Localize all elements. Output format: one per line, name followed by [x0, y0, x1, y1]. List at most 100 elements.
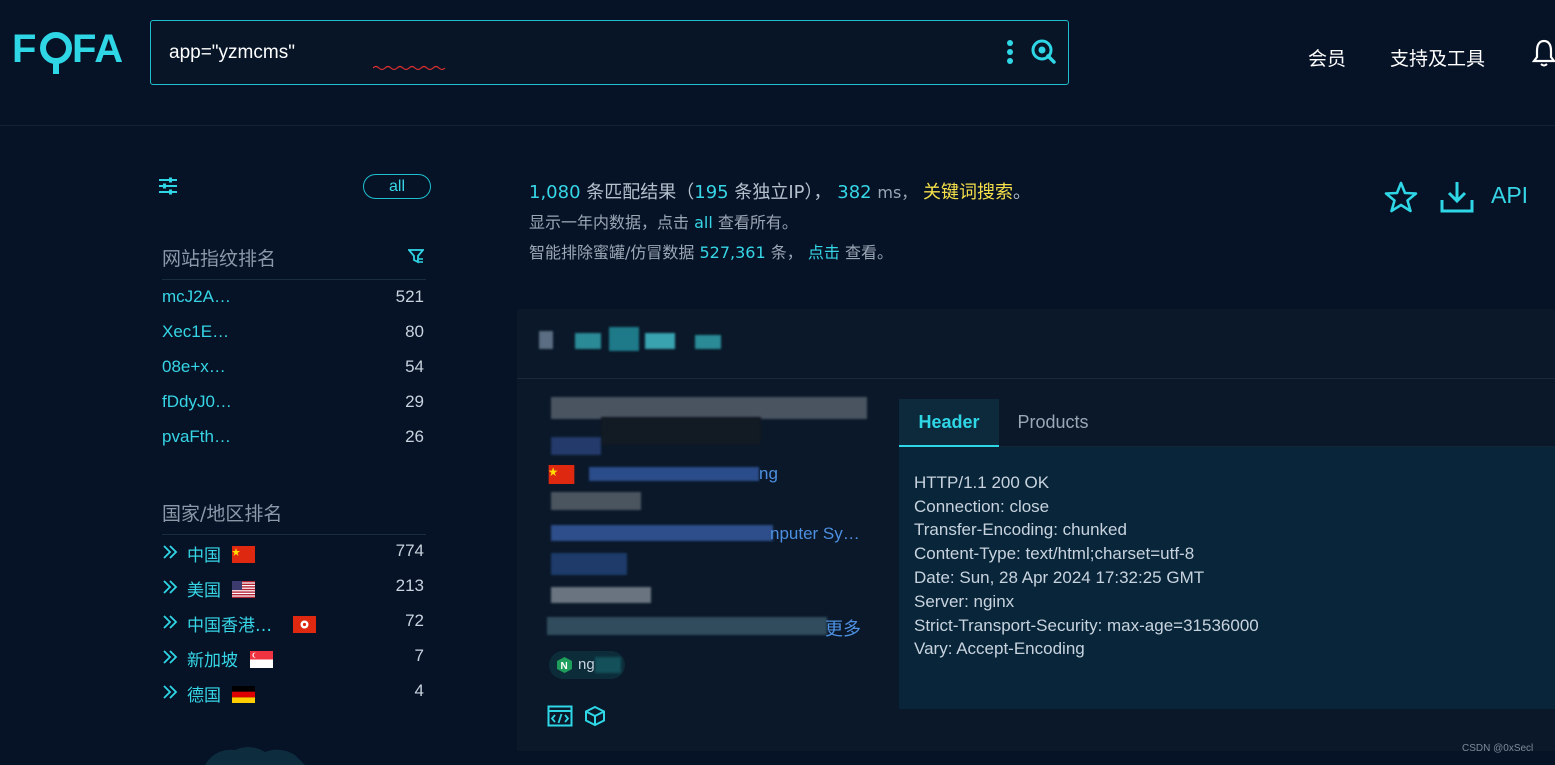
country-label[interactable]: 中国: [187, 541, 221, 566]
honeypot-mid: 条，: [770, 243, 803, 262]
country-count: 7: [414, 646, 424, 665]
country-label[interactable]: 中国香港…: [187, 611, 272, 636]
country-count: 213: [395, 576, 424, 595]
total-suffix: 条匹配结果（: [586, 182, 695, 203]
search-box[interactable]: [150, 20, 1069, 85]
all-toggle-button[interactable]: all: [363, 174, 431, 199]
redacted-title: [551, 397, 867, 419]
fingerprint-item[interactable]: 08e+x… 54: [162, 357, 426, 381]
fingerprint-item[interactable]: Xec1E… 80: [162, 322, 426, 346]
country-item-hk[interactable]: 中国香港… 72: [162, 611, 426, 637]
chevron-right-icon: [163, 545, 178, 559]
fingerprint-label[interactable]: 08e+x…: [162, 357, 226, 377]
query-time: 382: [837, 182, 872, 203]
fofa-logo[interactable]: F FA: [12, 26, 132, 78]
header-line: Connection: close: [914, 497, 1050, 516]
search-input[interactable]: [169, 35, 989, 71]
redacted-block: [551, 587, 651, 603]
header-line: Transfer-Encoding: chunked: [914, 520, 1127, 539]
ip-suffix: 条独立IP），: [734, 182, 832, 203]
favorite-star-icon[interactable]: [1384, 181, 1418, 213]
location-link-fragment[interactable]: ng: [759, 464, 778, 484]
result-card: ng nputer Sy… 更多 N ng Header Products HT…: [517, 309, 1555, 751]
divider: [162, 534, 426, 535]
fingerprint-label[interactable]: fDdyJ0…: [162, 392, 232, 412]
country-item-sg[interactable]: 新加坡 7: [162, 646, 426, 672]
country-count: 774: [395, 541, 424, 560]
code-view-icon[interactable]: [547, 705, 573, 727]
fingerprint-item[interactable]: fDdyJ0… 29: [162, 392, 426, 416]
country-label[interactable]: 新加坡: [187, 646, 238, 671]
divider: [162, 279, 426, 280]
total-count: 1,080: [529, 182, 581, 203]
keyword-search-link[interactable]: 关键词搜索: [923, 182, 1013, 203]
org-link-fragment[interactable]: nputer Sy…: [770, 524, 860, 544]
filter-settings-icon[interactable]: [157, 176, 179, 196]
bell-icon[interactable]: [1532, 38, 1555, 68]
redacted-link[interactable]: [589, 467, 759, 481]
redacted-block: [551, 553, 627, 575]
query-time-unit: ms，: [877, 183, 918, 202]
country-rank-title: 国家/地区排名: [162, 503, 283, 525]
redacted-block: [547, 617, 827, 635]
cube-icon[interactable]: [584, 705, 606, 727]
singapore-flag-icon: [250, 651, 273, 668]
svg-text:FA: FA: [72, 27, 123, 71]
fingerprint-count: 521: [395, 287, 424, 306]
fingerprint-label[interactable]: mcJ2A…: [162, 287, 231, 307]
detail-tabs: Header Products: [899, 399, 1555, 447]
date-range-suffix: 查看所有。: [717, 213, 798, 232]
fingerprint-item[interactable]: pvaFth… 26: [162, 427, 426, 451]
nav-tools[interactable]: 支持及工具: [1390, 44, 1485, 71]
nginx-tag-fragment: ng: [578, 656, 595, 673]
redacted-block: [601, 417, 761, 445]
country-item-us[interactable]: 美国 213: [162, 576, 426, 602]
show-all-link[interactable]: all: [694, 213, 713, 232]
country-item-cn[interactable]: 中国 774: [162, 541, 426, 567]
country-count: 4: [414, 681, 424, 700]
tab-header[interactable]: Header: [899, 399, 999, 447]
country-label[interactable]: 德国: [187, 681, 221, 706]
germany-flag-icon: [232, 686, 255, 703]
country-label[interactable]: 美国: [187, 576, 221, 601]
country-item-de[interactable]: 德国 4: [162, 681, 426, 707]
fingerprint-rank-title: 网站指纹排名: [162, 248, 277, 270]
svg-text:N: N: [561, 661, 568, 672]
more-link-fragment[interactable]: 更多: [825, 615, 861, 641]
chevron-right-icon: [163, 615, 178, 629]
fingerprint-item[interactable]: mcJ2A… 521: [162, 287, 426, 311]
china-flag-icon: [232, 546, 255, 563]
fingerprint-label[interactable]: Xec1E…: [162, 322, 229, 342]
top-bar: F FA 会员 支持及工具: [0, 0, 1555, 126]
api-link[interactable]: API: [1491, 182, 1528, 209]
search-icon[interactable]: [1030, 38, 1056, 64]
honeypot-view-link[interactable]: 点击: [808, 243, 840, 262]
nginx-tag[interactable]: N ng: [549, 651, 625, 679]
fingerprint-count: 26: [405, 427, 424, 446]
spellcheck-underline: [373, 65, 446, 71]
ip-count: 195: [694, 182, 729, 203]
result-card-header[interactable]: [517, 309, 1555, 379]
fingerprint-count: 80: [405, 322, 424, 341]
redacted-org[interactable]: [551, 525, 773, 541]
watermark: CSDN @0xSecl: [1462, 743, 1534, 754]
header-line: Content-Type: text/html;charset=utf-8: [914, 544, 1195, 563]
tab-products[interactable]: Products: [999, 399, 1107, 447]
world-map-graphic: [205, 746, 305, 765]
nav-member[interactable]: 会员: [1308, 44, 1346, 71]
svg-text:F: F: [12, 27, 36, 71]
chevron-right-icon: [163, 580, 178, 594]
header-line: Server: nginx: [914, 592, 1015, 611]
redacted-block: [551, 492, 641, 510]
more-options-icon[interactable]: [1003, 39, 1017, 65]
nginx-logo-icon: N: [557, 657, 572, 673]
chevron-right-icon: [163, 685, 178, 699]
usa-flag-icon: [232, 581, 255, 598]
fingerprint-label[interactable]: pvaFth…: [162, 427, 231, 447]
chevron-right-icon: [163, 650, 178, 664]
download-icon[interactable]: [1439, 180, 1475, 214]
country-count: 72: [405, 611, 424, 630]
funnel-icon[interactable]: [408, 248, 424, 264]
honeypot-count: 527,361: [699, 243, 766, 262]
redacted-block: [551, 437, 601, 455]
